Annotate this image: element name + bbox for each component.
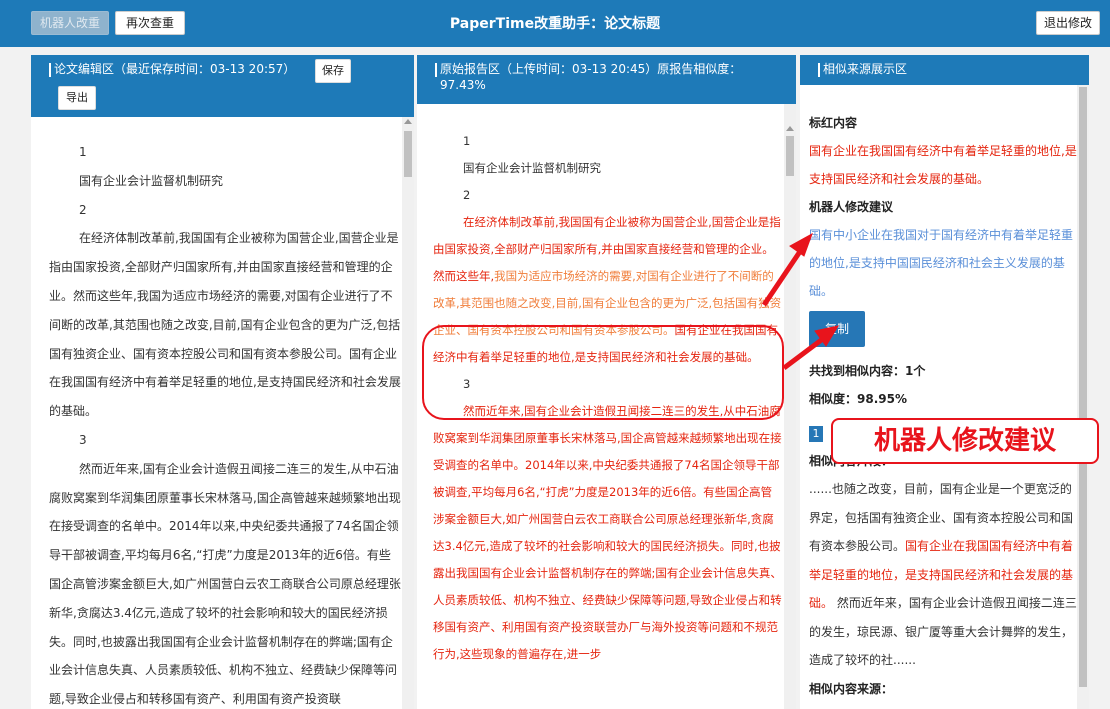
app-root: 机器人改重 再次查重 PaperTime改重助手：论文标题 退出修改 论文编辑区… [0,0,1110,709]
callout-label: 机器人修改建议 [831,418,1099,464]
arrow-line [761,248,804,307]
arrow-head-icon [789,232,813,257]
annotation-arrows [761,232,840,370]
arrow-line [782,336,826,370]
